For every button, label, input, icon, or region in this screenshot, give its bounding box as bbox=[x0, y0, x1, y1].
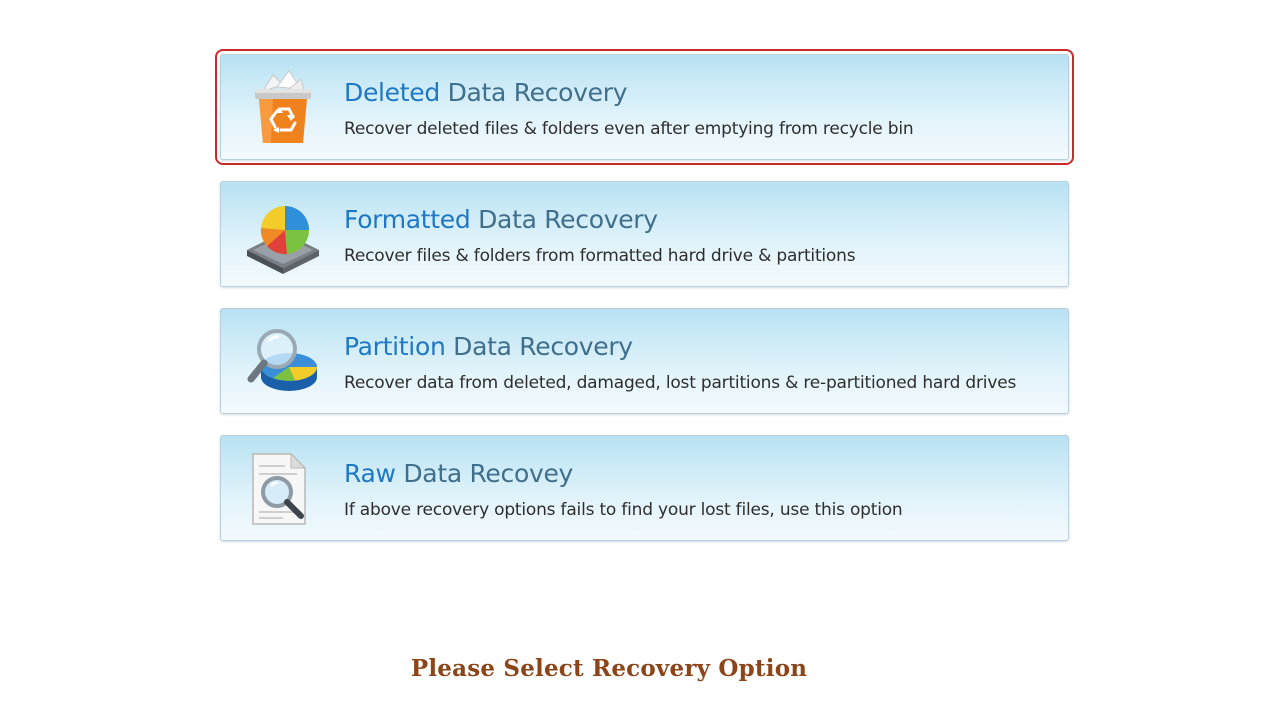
option-description: Recover data from deleted, damaged, lost… bbox=[344, 373, 1017, 393]
option-title: Deleted Data Recovery bbox=[344, 77, 628, 109]
option-keyword: Deleted bbox=[344, 78, 440, 107]
option-title-rest: Data Recovery bbox=[470, 205, 658, 234]
select-option-message: Please Select Recovery Option bbox=[410, 655, 808, 682]
formatted-drive-icon bbox=[243, 196, 323, 274]
option-title: Raw Data Recovey bbox=[344, 458, 573, 490]
partition-data-recovery-option[interactable]: Partition Data Recovery Recover data fro… bbox=[220, 308, 1069, 414]
option-keyword: Raw bbox=[344, 459, 396, 488]
option-title-rest: Data Recovey bbox=[395, 459, 574, 488]
recycle-bin-icon bbox=[243, 69, 323, 147]
option-title-rest: Data Recovery bbox=[439, 78, 628, 107]
raw-data-recovery-option[interactable]: Raw Data Recovey If above recovery optio… bbox=[220, 435, 1069, 541]
deleted-data-recovery-option[interactable]: Deleted Data Recovery Recover deleted fi… bbox=[215, 49, 1074, 165]
option-description: Recover deleted files & folders even aft… bbox=[344, 119, 914, 139]
option-title: Formatted Data Recovery bbox=[344, 204, 658, 236]
option-title-rest: Data Recovery bbox=[445, 332, 633, 361]
partition-search-icon bbox=[243, 323, 323, 401]
option-description: Recover files & folders from formatted h… bbox=[344, 246, 856, 266]
option-keyword: Partition bbox=[344, 332, 446, 361]
option-title: Partition Data Recovery bbox=[344, 331, 633, 363]
document-search-icon bbox=[243, 450, 323, 528]
formatted-data-recovery-option[interactable]: Formatted Data Recovery Recover files & … bbox=[220, 181, 1069, 287]
option-keyword: Formatted bbox=[344, 205, 471, 234]
option-description: If above recovery options fails to find … bbox=[344, 500, 903, 520]
recovery-options-page: Deleted Data Recovery Recover deleted fi… bbox=[0, 0, 1280, 720]
